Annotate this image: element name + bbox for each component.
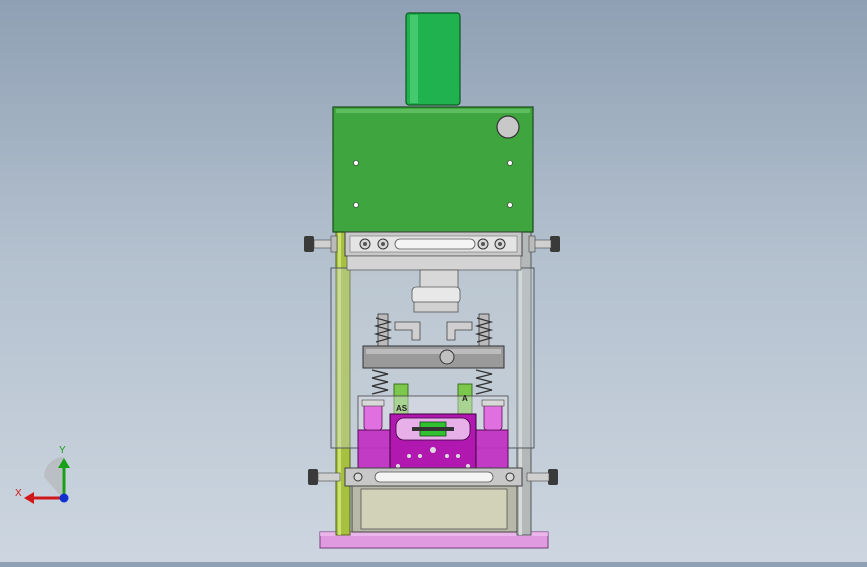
upper-right-knob[interactable] bbox=[528, 235, 560, 253]
fixture-label-right: A bbox=[462, 394, 468, 403]
upper-rod bbox=[346, 255, 522, 271]
lower-right-knob[interactable] bbox=[526, 469, 558, 485]
model-canvas[interactable]: AS A Y X bbox=[0, 0, 867, 562]
cad-viewport[interactable]: AS A Y X bbox=[0, 0, 867, 562]
upper-right-spring bbox=[474, 313, 494, 347]
axis-triad-icon bbox=[24, 457, 70, 504]
housing-port bbox=[496, 115, 520, 139]
axis-y-label: Y bbox=[59, 445, 66, 456]
upper-left-knob[interactable] bbox=[304, 235, 338, 253]
axis-x-label: X bbox=[15, 488, 22, 499]
upper-left-spring bbox=[373, 313, 393, 347]
punch-cylinder[interactable] bbox=[419, 269, 459, 289]
fixture-label-left: AS bbox=[396, 404, 408, 413]
lower-left-knob[interactable] bbox=[308, 469, 341, 485]
lower-panel bbox=[360, 488, 508, 530]
